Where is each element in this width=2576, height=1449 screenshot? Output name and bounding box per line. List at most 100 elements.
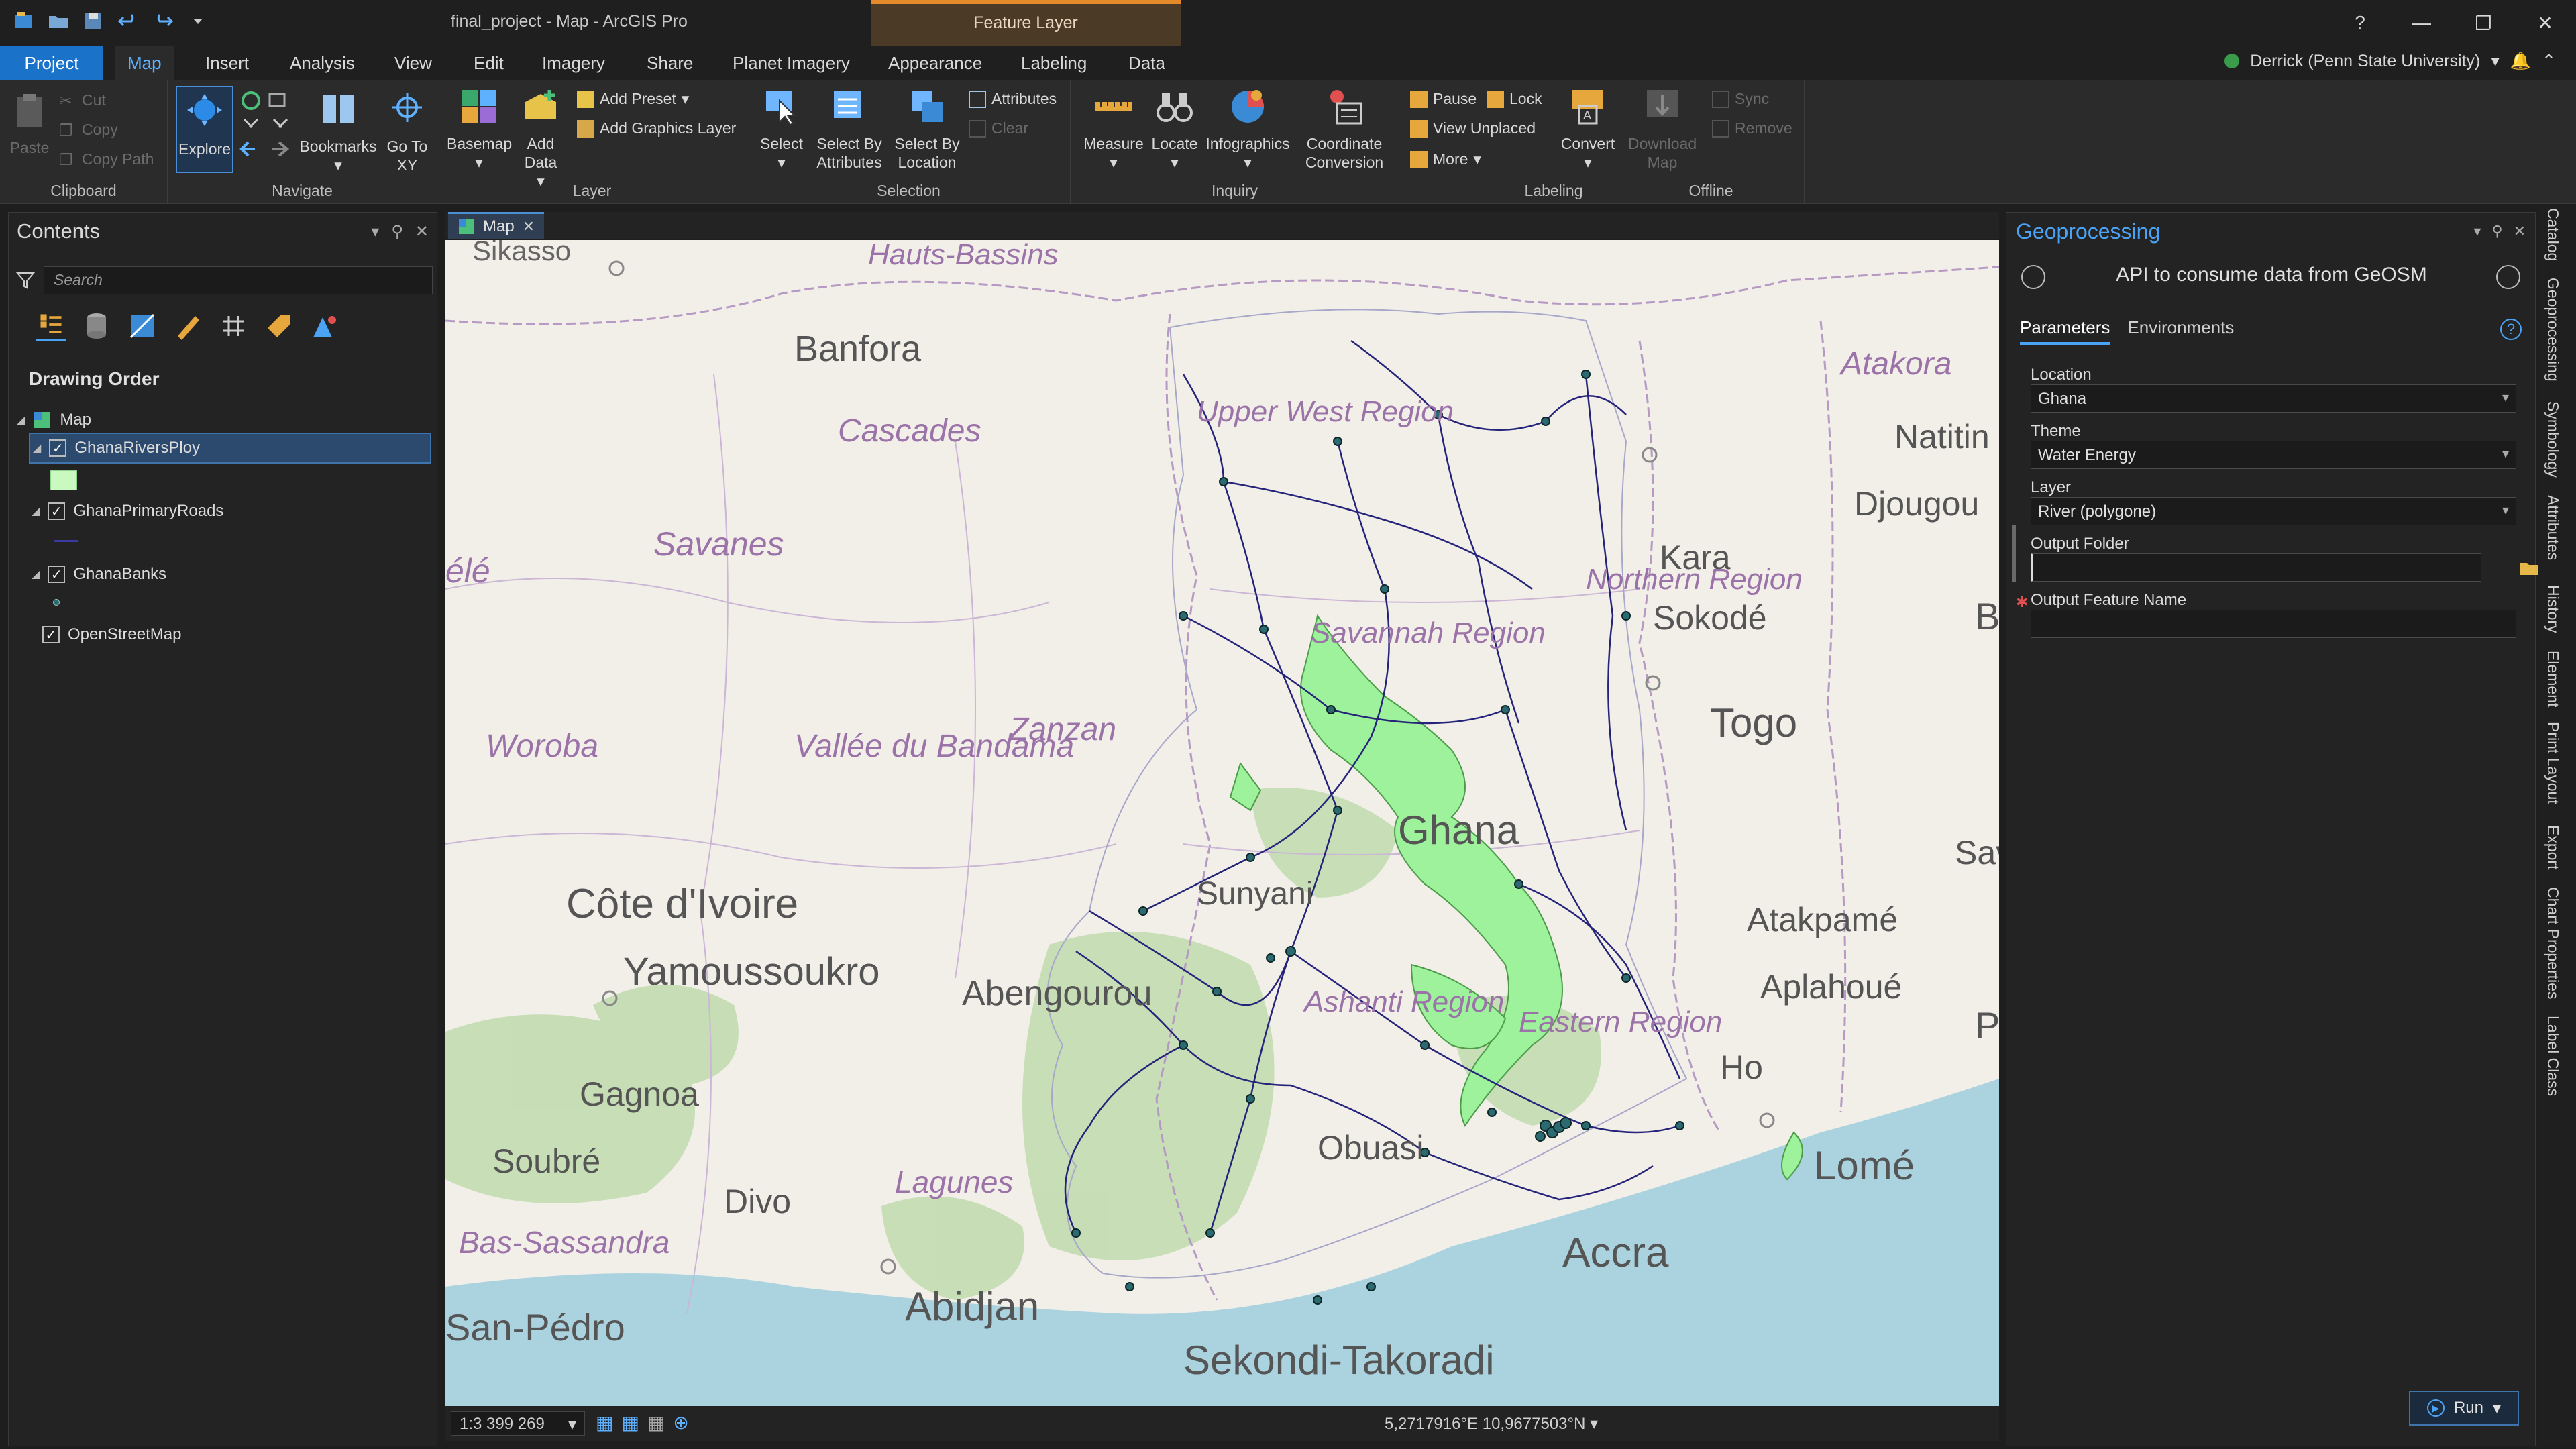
tab-map[interactable]: Map — [115, 46, 174, 80]
dock-tab-chart-properties[interactable]: Chart Properties — [2544, 887, 2562, 999]
contextual-tab-feature-layer[interactable]: Feature Layer — [871, 0, 1181, 46]
snapping-icon[interactable]: ⊕ — [673, 1411, 688, 1434]
measure-button[interactable]: Measure ▾ — [1080, 86, 1147, 172]
view-unplaced-button[interactable]: View Unplaced — [1410, 119, 1536, 138]
dock-tab-attributes[interactable]: Attributes — [2544, 495, 2562, 560]
add-favorite-icon[interactable] — [2496, 265, 2520, 289]
sync-button[interactable]: Sync — [1712, 90, 1769, 108]
minimize-button[interactable]: — — [2391, 0, 2453, 46]
tab-view[interactable]: View — [382, 46, 444, 80]
convert-labels-button[interactable]: A Convert ▾ — [1558, 86, 1618, 172]
expand-triangle-icon[interactable]: ◢ — [32, 568, 40, 581]
output-feature-input[interactable] — [2031, 610, 2516, 638]
coordinate-conversion-button[interactable]: Coordinate Conversion — [1299, 86, 1390, 172]
collapse-ribbon-icon[interactable]: ⌃ — [2542, 51, 2556, 71]
attributes-button[interactable]: Attributes — [969, 90, 1057, 108]
theme-select[interactable]: Water Energy ▾ — [2031, 441, 2516, 469]
dock-tab-print-layout[interactable]: Print Layout — [2544, 722, 2562, 804]
restore-button[interactable]: ❐ — [2453, 0, 2514, 46]
layer-visibility-checkbox[interactable]: ✓ — [48, 502, 66, 520]
bookmarks-button[interactable]: Bookmarks ▾ — [299, 89, 377, 174]
select-by-attributes-button[interactable]: Select By Attributes — [812, 86, 887, 172]
tab-parameters[interactable]: Parameters — [2020, 317, 2110, 345]
expand-triangle-icon[interactable]: ◢ — [33, 441, 41, 455]
go-to-xy-button[interactable]: Go To XY — [382, 89, 432, 174]
layer-symbol-polygon-swatch[interactable] — [50, 470, 77, 490]
notifications-icon[interactable]: 🔔 — [2510, 52, 2531, 71]
help-icon[interactable]: ? — [2500, 319, 2522, 340]
dock-tab-symbology[interactable]: Symbology — [2544, 401, 2562, 478]
tab-project[interactable]: Project — [0, 46, 103, 80]
open-folder-icon[interactable] — [47, 9, 70, 32]
paste-button[interactable]: Paste — [5, 90, 54, 157]
layer-visibility-checkbox[interactable]: ✓ — [42, 626, 60, 643]
dock-tab-catalog[interactable]: Catalog — [2544, 208, 2562, 261]
snapping-view-icon[interactable] — [218, 311, 249, 341]
add-graphics-layer-button[interactable]: Add Graphics Layer — [577, 119, 736, 138]
toc-layer-ghanaprimaryroads[interactable]: ◢ ✓ GhanaPrimaryRoads — [29, 496, 431, 527]
copy-path-button[interactable]: ❐ Copy Path — [59, 150, 154, 168]
layer-symbol-line-swatch[interactable] — [54, 540, 78, 542]
pause-labeling-button[interactable]: Pause — [1410, 90, 1477, 108]
basemap-button[interactable]: Basemap ▾ — [447, 86, 512, 172]
help-button[interactable]: ? — [2329, 0, 2391, 46]
close-tab-icon[interactable]: ✕ — [523, 218, 535, 235]
cut-button[interactable]: ✂ Cut — [59, 91, 106, 109]
editing-view-icon[interactable] — [172, 311, 203, 341]
close-pane-icon[interactable]: ✕ — [415, 222, 429, 241]
tab-data[interactable]: Data — [1116, 46, 1177, 80]
toc-map-row[interactable]: ◢ Map — [17, 405, 419, 435]
pane-menu-icon[interactable]: ▾ — [2473, 223, 2481, 240]
map-view[interactable]: Sikasso Hauts-Bassins Banfora Cascades U… — [445, 240, 1999, 1406]
dock-tab-export[interactable]: Export — [2544, 825, 2562, 869]
select-by-location-button[interactable]: Select By Location — [890, 86, 965, 172]
lock-labeling-button[interactable]: Lock — [1487, 90, 1542, 108]
tab-planet-imagery[interactable]: Planet Imagery — [720, 46, 862, 80]
close-pane-icon[interactable]: ✕ — [2514, 223, 2526, 240]
drawing-order-icon[interactable] — [36, 311, 66, 341]
layer-visibility-checkbox[interactable]: ✓ — [48, 566, 66, 583]
output-folder-input[interactable] — [2031, 553, 2481, 582]
charts-view-icon[interactable] — [309, 311, 340, 341]
tab-share[interactable]: Share — [635, 46, 705, 80]
project-icon[interactable] — [12, 9, 35, 32]
undo-icon[interactable] — [117, 9, 140, 32]
chevron-down-icon[interactable]: ▾ — [1590, 1415, 1598, 1433]
explore-button[interactable]: Explore — [176, 86, 233, 173]
full-extent-icon[interactable]: ▦ — [621, 1411, 639, 1434]
dock-tab-geoprocessing[interactable]: Geoprocessing — [2544, 278, 2562, 382]
scale-selector[interactable]: 1:3 399 269 ▾ — [451, 1411, 585, 1436]
navigate-tools-icons[interactable] — [239, 89, 292, 162]
expand-triangle-icon[interactable]: ◢ — [17, 413, 25, 427]
toc-layer-ghanabanks[interactable]: ◢ ✓ GhanaBanks — [29, 559, 431, 590]
map-canvas[interactable]: Sikasso Hauts-Bassins Banfora Cascades U… — [445, 240, 1999, 1406]
infographics-button[interactable]: Infographics ▾ — [1202, 86, 1293, 172]
tab-edit[interactable]: Edit — [462, 46, 516, 80]
pin-icon[interactable]: ⚲ — [391, 222, 403, 241]
close-button[interactable]: ✕ — [2514, 0, 2576, 46]
dock-tab-element[interactable]: Element — [2544, 651, 2562, 707]
filter-icon[interactable] — [15, 270, 36, 290]
toc-layer-openstreetmap[interactable]: ✓ OpenStreetMap — [42, 619, 431, 650]
dock-tab-label-class[interactable]: Label Class — [2544, 1016, 2562, 1096]
selection-view-icon[interactable] — [127, 311, 158, 341]
tab-analysis[interactable]: Analysis — [278, 46, 367, 80]
save-icon[interactable] — [82, 9, 105, 32]
run-button[interactable]: ▶ Run ▾ — [2409, 1391, 2519, 1426]
layer-symbol-point-swatch[interactable] — [53, 599, 60, 606]
layer-visibility-checkbox[interactable]: ✓ — [49, 439, 67, 457]
tab-imagery[interactable]: Imagery — [530, 46, 617, 80]
copy-button[interactable]: ❐ Copy — [59, 121, 118, 139]
map-view-tab[interactable]: Map ✕ — [448, 212, 545, 239]
pane-menu-icon[interactable]: ▾ — [371, 222, 379, 241]
expand-triangle-icon[interactable]: ◢ — [32, 504, 40, 518]
chevron-down-icon[interactable]: ▾ — [2491, 51, 2500, 71]
tab-insert[interactable]: Insert — [193, 46, 261, 80]
layer-select[interactable]: River (polygone) ▾ — [2031, 497, 2516, 525]
user-name[interactable]: Derrick (Penn State University) — [2250, 52, 2480, 71]
labeling-view-icon[interactable] — [264, 311, 294, 341]
fixed-zoom-in-icon[interactable]: ▦ — [596, 1411, 613, 1434]
location-select[interactable]: Ghana ▾ — [2031, 384, 2516, 413]
pin-icon[interactable]: ⚲ — [2491, 223, 2502, 240]
tab-appearance[interactable]: Appearance — [876, 46, 994, 80]
